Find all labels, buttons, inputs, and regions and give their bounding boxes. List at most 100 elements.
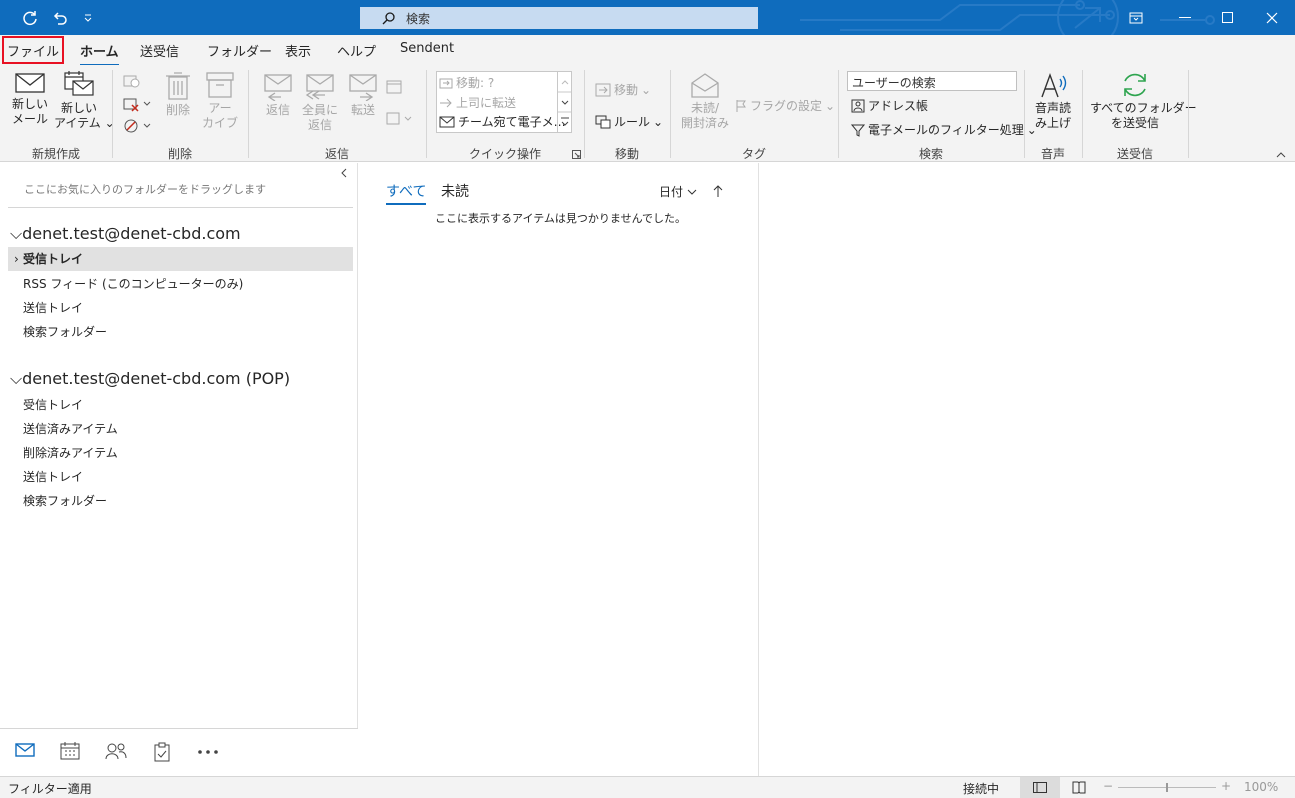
tab-home[interactable]: ホーム bbox=[80, 41, 119, 66]
sort-direction-icon[interactable] bbox=[713, 184, 723, 198]
new-items-button[interactable]: 新しい アイテム ⌄ bbox=[54, 71, 115, 131]
folder-outbox[interactable]: 送信トレイ bbox=[23, 468, 83, 485]
tab-help[interactable]: ヘルプ bbox=[337, 41, 376, 60]
send-receive-all-button[interactable]: すべてのフォルダー を送受信 bbox=[1090, 71, 1197, 131]
reply-all-label-2: 返信 bbox=[307, 118, 332, 132]
sync-icon[interactable] bbox=[18, 0, 42, 35]
sort-by-button[interactable]: 日付 bbox=[659, 183, 697, 200]
filter-tab-all[interactable]: すべて bbox=[386, 181, 427, 205]
filter-tab-unread[interactable]: 未読 bbox=[441, 181, 469, 201]
tab-view[interactable]: 表示 bbox=[285, 41, 311, 60]
quick-steps-gallery[interactable]: 移動: ? 上司に転送 チーム宛て電子メ… bbox=[436, 71, 572, 133]
zoom-slider-thumb[interactable] bbox=[1166, 783, 1168, 792]
search-input[interactable]: 検索 bbox=[360, 7, 758, 29]
folder-search-folders[interactable]: 検索フォルダー bbox=[23, 492, 107, 509]
rules-label: ルール bbox=[614, 115, 651, 129]
quick-step-to-manager[interactable]: 上司に転送 bbox=[439, 94, 516, 111]
folder-inbox[interactable]: › 受信トレイ bbox=[8, 247, 353, 271]
zoom-level[interactable]: 100% bbox=[1244, 780, 1278, 794]
normal-view-icon bbox=[1033, 782, 1047, 793]
trash-icon bbox=[166, 72, 190, 100]
reply-all-icon bbox=[305, 74, 334, 100]
close-icon[interactable] bbox=[1252, 0, 1292, 35]
folder-sent-items[interactable]: 送信済みアイテム bbox=[23, 420, 118, 437]
group-label-new: 新規作成 bbox=[31, 147, 80, 161]
tasks-icon[interactable] bbox=[153, 742, 171, 762]
unread-read-button[interactable]: 未読/ 開封済み bbox=[680, 71, 730, 131]
undo-icon[interactable] bbox=[48, 0, 72, 35]
account-name: denet.test@denet-cbd.com bbox=[22, 224, 241, 243]
group-label-speech: 音声 bbox=[1040, 147, 1065, 161]
forward-button[interactable]: 転送 bbox=[345, 71, 381, 118]
favorites-hint: ここにお気に入りのフォルダーをドラッグします bbox=[24, 183, 266, 196]
collapse-ribbon-icon[interactable] bbox=[1276, 151, 1286, 159]
ribbon-display-options-icon[interactable] bbox=[1122, 0, 1150, 35]
normal-view-button[interactable] bbox=[1020, 777, 1060, 798]
group-label-tags: タグ bbox=[741, 147, 766, 161]
tab-sendent[interactable]: Sendent bbox=[400, 41, 454, 56]
minimize-icon[interactable] bbox=[1165, 0, 1205, 35]
mail-icon[interactable] bbox=[15, 742, 35, 758]
account-header[interactable]: ⌵denet.test@denet-cbd.com bbox=[10, 224, 241, 244]
read-aloud-label-1: 音声読 bbox=[1034, 101, 1071, 115]
ignore-icon[interactable] bbox=[123, 73, 141, 89]
cleanup-icon[interactable] bbox=[123, 96, 153, 112]
new-email-label-2: メール bbox=[11, 112, 48, 126]
message-list: すべて 未読 日付 ここに表示するアイテムは見つかりませんでした。 bbox=[359, 163, 759, 776]
filter-icon bbox=[851, 124, 865, 137]
reading-view-icon[interactable] bbox=[1072, 781, 1086, 794]
empty-list-message: ここに表示するアイテムは見つかりませんでした。 bbox=[435, 212, 687, 225]
address-book-button[interactable]: アドレス帳 bbox=[851, 97, 928, 114]
meeting-reply-icon[interactable] bbox=[386, 79, 404, 95]
envelope-icon bbox=[15, 73, 45, 93]
account-header[interactable]: ⌵denet.test@denet-cbd.com (POP) bbox=[10, 369, 290, 389]
folder-outbox[interactable]: 送信トレイ bbox=[23, 299, 83, 316]
maximize-icon[interactable] bbox=[1208, 0, 1248, 35]
collapse-folder-pane-icon[interactable] bbox=[340, 168, 348, 178]
forward-icon bbox=[349, 74, 377, 101]
tab-file[interactable]: ファイル bbox=[2, 36, 64, 64]
group-label-move: 移動 bbox=[614, 147, 639, 161]
archive-label-1: アー bbox=[208, 101, 232, 115]
reply-button[interactable]: 返信 bbox=[260, 71, 296, 118]
follow-up-button[interactable]: フラグの設定 ⌄ bbox=[735, 97, 835, 114]
search-people-input[interactable]: ユーザーの検索 bbox=[847, 71, 1017, 91]
filter-status: フィルター適用 bbox=[8, 782, 92, 796]
move-label: 移動 bbox=[614, 83, 639, 97]
group-label-quick-steps: クイック操作 bbox=[468, 147, 541, 161]
zoom-in-icon[interactable]: + bbox=[1221, 779, 1231, 793]
quick-step-team-email[interactable]: チーム宛て電子メ… bbox=[439, 113, 566, 130]
chevron-down-icon: ⌵ bbox=[10, 224, 23, 243]
more-respond-icon[interactable] bbox=[386, 111, 416, 127]
folder-deleted-items[interactable]: 削除済みアイテム bbox=[23, 444, 118, 461]
folder-search-folders[interactable]: 検索フォルダー bbox=[23, 323, 107, 340]
folder-rss-feeds[interactable]: RSS フィード (このコンピューターのみ) bbox=[23, 275, 243, 292]
folder-label: 受信トレイ bbox=[23, 252, 84, 266]
folder-inbox[interactable]: 受信トレイ bbox=[23, 396, 83, 413]
archive-button[interactable]: アー カイブ bbox=[200, 71, 240, 131]
reply-all-button[interactable]: 全員に 返信 bbox=[300, 71, 340, 133]
people-icon[interactable] bbox=[105, 742, 127, 760]
junk-icon[interactable] bbox=[123, 118, 153, 134]
move-button[interactable]: 移動 ⌄ bbox=[595, 81, 651, 98]
quick-step-move[interactable]: 移動: ? bbox=[439, 74, 494, 91]
quick-steps-scroll[interactable] bbox=[557, 72, 572, 132]
more-apps-icon[interactable] bbox=[197, 749, 219, 755]
zoom-out-icon[interactable]: − bbox=[1103, 779, 1113, 793]
status-bar: フィルター適用 接続中 − + 100% bbox=[0, 776, 1295, 798]
filter-email-button[interactable]: 電子メールのフィルター処理 ⌄ bbox=[851, 121, 1037, 138]
ribbon: 新しい メール 新しい アイテム ⌄ 新規作成 削除 アー カイブ 削除 返信 … bbox=[0, 65, 1295, 162]
dialog-launcher-icon[interactable] bbox=[572, 150, 581, 159]
chevron-down-icon bbox=[687, 189, 697, 195]
tab-folder[interactable]: フォルダー bbox=[207, 41, 272, 60]
calendar-icon[interactable] bbox=[60, 742, 80, 760]
unread-read-label-2: 開封済み bbox=[680, 116, 729, 130]
delete-button[interactable]: 削除 bbox=[162, 71, 194, 118]
new-items-label-2: アイテム ⌄ bbox=[54, 116, 115, 130]
read-aloud-button[interactable]: 音声読 み上げ bbox=[1030, 71, 1076, 131]
tab-send-receive[interactable]: 送受信 bbox=[140, 41, 179, 60]
customize-toolbar-icon[interactable] bbox=[78, 0, 98, 35]
chevron-right-icon: › bbox=[14, 252, 19, 266]
new-email-button[interactable]: 新しい メール bbox=[10, 71, 50, 127]
rules-button[interactable]: ルール ⌄ bbox=[595, 113, 663, 130]
